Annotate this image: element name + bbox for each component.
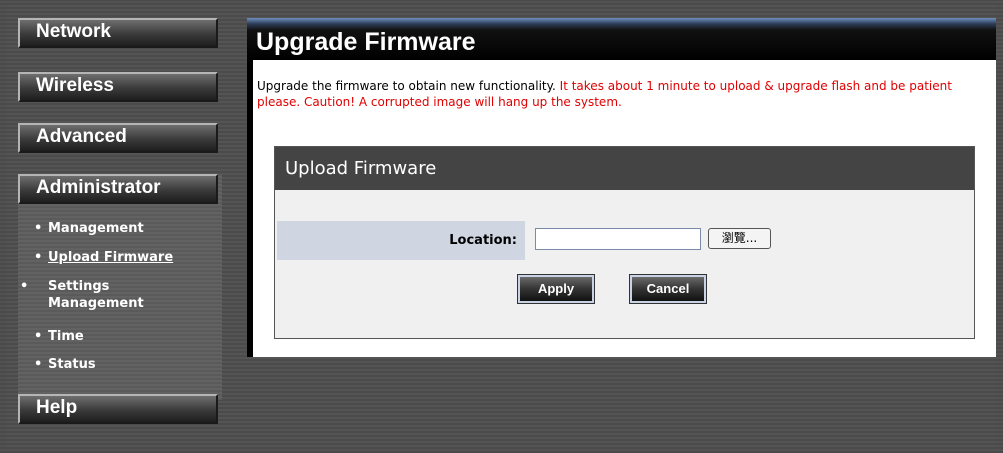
bullet-icon: •: [34, 357, 43, 372]
bullet-icon: •: [34, 221, 43, 236]
page-title: Upgrade Firmware: [256, 28, 476, 56]
menu-network[interactable]: Network: [18, 18, 218, 48]
menu-help[interactable]: Help: [18, 394, 218, 424]
description-text: Upgrade the firmware to obtain new funct…: [257, 79, 556, 93]
cancel-button[interactable]: Cancel: [629, 274, 707, 304]
title-bar: Upgrade Firmware: [247, 18, 996, 60]
browse-button[interactable]: 瀏覽...: [708, 228, 771, 249]
submenu-item-time[interactable]: • Time: [34, 328, 84, 345]
submenu-item-settings-management[interactable]: • Settings Management: [20, 278, 198, 312]
main-panel: Upgrade Firmware Upgrade the firmware to…: [247, 18, 996, 357]
submenu-item-upload-firmware[interactable]: • Upload Firmware: [34, 249, 173, 266]
bullet-icon: •: [20, 279, 29, 294]
apply-button[interactable]: Apply: [517, 274, 595, 304]
description: Upgrade the firmware to obtain new funct…: [257, 78, 992, 110]
submenu-item-management[interactable]: • Management: [34, 220, 144, 237]
location-label: Location:: [277, 221, 525, 260]
bullet-icon: •: [34, 329, 43, 344]
menu-wireless[interactable]: Wireless: [18, 72, 218, 102]
submenu-item-status[interactable]: • Status: [34, 356, 96, 373]
upload-firmware-box: Upload Firmware Location: 瀏覽... Apply Ca…: [274, 146, 975, 339]
location-input[interactable]: [535, 228, 701, 250]
bullet-icon: •: [34, 250, 43, 265]
menu-advanced[interactable]: Advanced: [18, 123, 218, 153]
box-title: Upload Firmware: [275, 147, 974, 190]
menu-administrator[interactable]: Administrator: [18, 174, 218, 204]
content-area: Upgrade the firmware to obtain new funct…: [253, 60, 996, 357]
